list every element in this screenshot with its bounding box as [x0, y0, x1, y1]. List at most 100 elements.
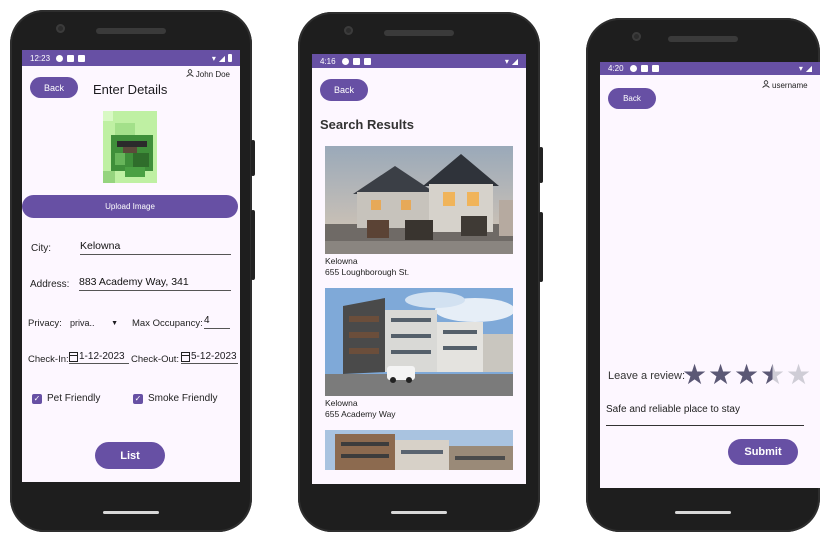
status-time: 4:16	[320, 56, 336, 66]
status-bar: 4:16 ▾ ◢	[312, 54, 526, 68]
home-indicator	[103, 511, 159, 514]
wifi-icon: ▾	[504, 56, 509, 66]
screen-search-results: 4:16 ▾ ◢ Back Search Results Kelowna 655…	[312, 54, 526, 484]
privacy-value: priva..	[70, 318, 95, 328]
media-icon	[651, 65, 659, 72]
rating-bar[interactable]: ★ ★ ★ ★ ★	[682, 361, 820, 390]
phone-2: 4:16 ▾ ◢ Back Search Results Kelowna 655…	[298, 12, 543, 532]
notification-icon	[341, 57, 349, 65]
list-button-label: List	[120, 449, 140, 462]
checkin-label: Check-In:	[28, 354, 69, 365]
check-icon: ✓	[133, 393, 143, 404]
address-field[interactable]: 883 Academy Way, 341	[79, 276, 231, 291]
status-bar: 4:20 ▾ ◢	[600, 62, 820, 75]
media-icon	[363, 57, 371, 65]
status-time: 12:23	[30, 53, 51, 63]
result-address: 655 Loughborough St.	[325, 267, 410, 277]
camera	[56, 24, 65, 33]
calendar-icon	[69, 351, 78, 362]
user-icon	[186, 69, 194, 79]
address-value: 883 Academy Way, 341	[79, 276, 189, 288]
wifi-icon: ▾	[798, 64, 803, 73]
speaker	[96, 28, 166, 34]
calendar-icon	[181, 351, 190, 362]
checkout-label: Check-Out:	[131, 354, 180, 365]
star-icon[interactable]: ★	[708, 361, 733, 389]
list-button[interactable]: List	[95, 442, 165, 469]
page-title: Enter Details	[93, 82, 168, 97]
notification-icon	[56, 54, 64, 62]
checkout-field[interactable]: 5-12-2023	[181, 351, 238, 364]
wifi-icon: ▾	[211, 53, 216, 63]
upload-image-label: Upload Image	[105, 202, 155, 211]
result-image-2[interactable]	[325, 288, 513, 396]
city-label: City:	[31, 243, 51, 254]
check-icon: ✓	[32, 393, 42, 404]
camera	[344, 26, 353, 35]
user-indicator: John Doe	[186, 69, 230, 79]
signal-icon: ◢	[805, 64, 812, 73]
user-name: username	[772, 80, 808, 90]
media-icon	[78, 54, 86, 62]
page-title: Search Results	[320, 117, 414, 132]
address-label: Address:	[30, 279, 70, 290]
side-button	[251, 140, 255, 176]
max-occupancy-label: Max Occupancy:	[132, 318, 203, 329]
checkin-value: 1-12-2023	[79, 351, 125, 362]
side-button	[251, 210, 255, 280]
listing-image	[103, 111, 157, 183]
star-icon[interactable]: ★	[786, 361, 811, 389]
back-button[interactable]: Back	[320, 79, 368, 101]
sim-icon	[640, 65, 648, 72]
back-button[interactable]: Back	[30, 77, 78, 98]
upload-image-button[interactable]: Upload Image	[22, 195, 238, 218]
review-text: Safe and reliable place to stay	[606, 404, 740, 415]
result-city: Kelowna	[325, 398, 358, 408]
sim-icon	[67, 54, 75, 62]
result-caption-1: Kelowna 655 Loughborough St.	[325, 256, 409, 278]
back-button-label: Back	[623, 94, 641, 103]
submit-button[interactable]: Submit	[728, 439, 798, 465]
notification-icon	[629, 65, 637, 72]
user-name: John Doe	[195, 69, 230, 79]
smoke-friendly-label: Smoke Friendly	[148, 393, 218, 404]
review-text-field[interactable]: Safe and reliable place to stay	[606, 404, 804, 426]
battery-icon	[228, 54, 232, 62]
max-occupancy-value: 4	[204, 315, 210, 326]
result-city: Kelowna	[325, 256, 358, 266]
checkout-value: 5-12-2023	[191, 351, 237, 362]
checkin-field[interactable]: 1-12-2023	[69, 351, 129, 364]
star-icon[interactable]: ★	[760, 361, 785, 389]
status-bar: 12:23 ▾ ◢	[22, 50, 240, 66]
status-time: 4:20	[608, 64, 624, 73]
screen-enter-details: 12:23 ▾ ◢ Back John Doe Enter Details Up…	[22, 50, 240, 482]
speaker	[384, 30, 454, 36]
result-image-3[interactable]	[325, 430, 513, 470]
pet-friendly-checkbox[interactable]: ✓ Pet Friendly	[32, 393, 100, 404]
user-icon	[762, 80, 770, 90]
user-indicator: username	[762, 80, 808, 90]
star-icon[interactable]: ★	[682, 361, 707, 389]
back-button-label: Back	[333, 85, 354, 95]
sim-icon	[352, 57, 360, 65]
max-occupancy-field[interactable]: 4	[204, 315, 230, 329]
phone-3: 4:20 ▾ ◢ Back username Leave a review: ★…	[586, 18, 820, 532]
result-image-1[interactable]	[325, 146, 513, 254]
phone-1: 12:23 ▾ ◢ Back John Doe Enter Details Up…	[10, 10, 255, 532]
home-indicator	[391, 511, 447, 514]
screen-review: 4:20 ▾ ◢ Back username Leave a review: ★…	[600, 62, 820, 488]
star-icon[interactable]: ★	[734, 361, 759, 389]
result-address: 655 Academy Way	[325, 409, 396, 419]
camera	[632, 32, 641, 41]
smoke-friendly-checkbox[interactable]: ✓ Smoke Friendly	[133, 393, 217, 404]
signal-icon: ◢	[218, 53, 225, 63]
back-button[interactable]: Back	[608, 88, 656, 109]
speaker	[668, 36, 738, 42]
side-button	[539, 147, 543, 183]
signal-icon: ◢	[511, 56, 518, 66]
privacy-label: Privacy:	[28, 318, 62, 329]
city-field[interactable]: Kelowna	[80, 240, 231, 255]
pet-friendly-label: Pet Friendly	[47, 393, 101, 404]
privacy-dropdown[interactable]: priva.. ▼	[70, 318, 118, 328]
city-value: Kelowna	[80, 240, 121, 252]
